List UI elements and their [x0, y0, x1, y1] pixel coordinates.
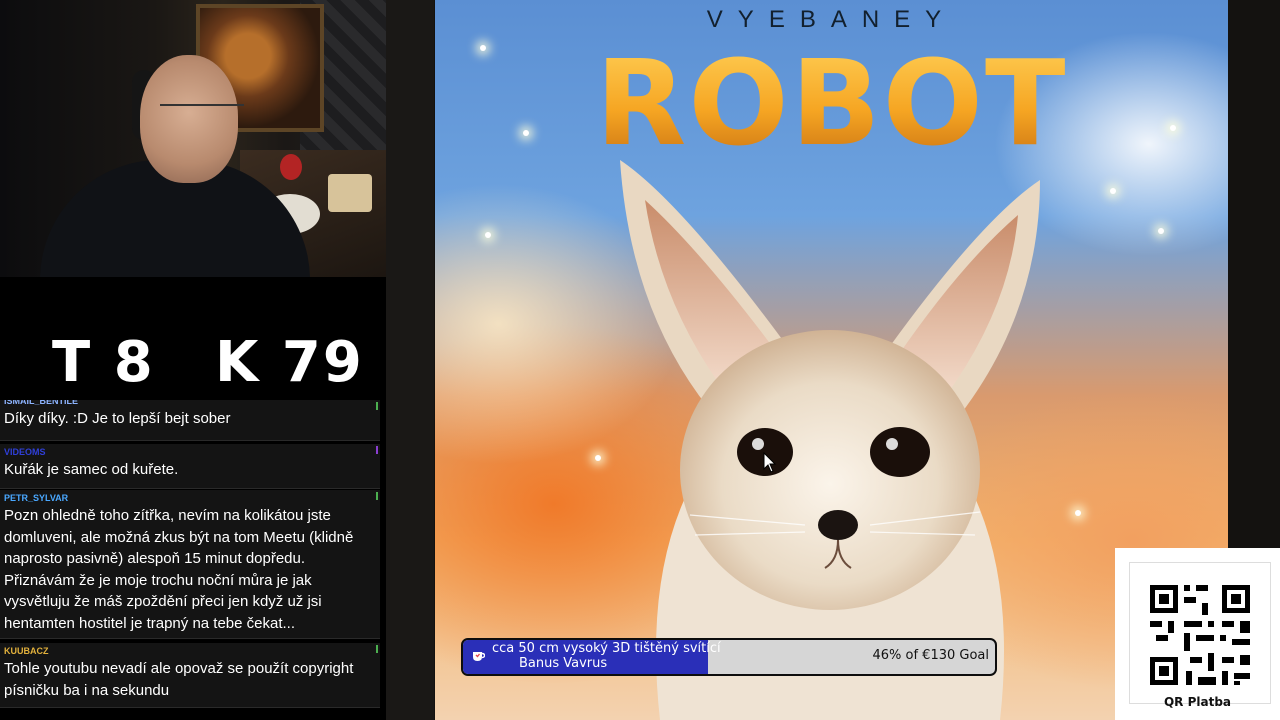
chat-text: Tohle youtubu nevadí ale opovaž se použí… [4, 660, 354, 699]
chat-text: Díky díky. :D Je to lepší bejt sober [4, 410, 231, 427]
chat-username[interactable]: KUUBACZ [0, 645, 380, 658]
album-cover: VYEBANEY ROBOT [435, 0, 1228, 720]
shelf-box [328, 174, 372, 212]
shelf-figurine [280, 154, 302, 180]
chat-message: KUUBACZ Tohle youtubu nevadí ale opovaž … [0, 643, 380, 708]
sparkle-icon [1158, 228, 1164, 234]
sparkle-icon [1110, 188, 1116, 194]
chat-username[interactable]: ISMAIL_BENTILE [0, 400, 380, 408]
qr-code-icon[interactable] [1129, 562, 1271, 704]
mouse-cursor-icon [763, 452, 777, 473]
webcam-feed [0, 0, 406, 277]
goal-amount: 46% of €130 Goal [872, 648, 989, 663]
qr-payment-card: QR Platba [1115, 548, 1280, 720]
chat-panel: ISMAIL_BENTILE Díky díky. :D Je to lepší… [0, 400, 384, 720]
stream-counters: T 8 K 79 [52, 330, 372, 395]
chat-badge [376, 645, 378, 653]
chat-message: VIDEOMS Kuřák je samec od kuřete. [0, 444, 380, 489]
k-counter: K 79 [215, 330, 364, 395]
glasses [160, 104, 244, 126]
chat-message: ISMAIL_BENTILE Díky díky. :D Je to lepší… [0, 400, 380, 441]
chat-badge [376, 446, 378, 454]
chat-badge [376, 402, 378, 410]
layout-divider [386, 0, 434, 720]
qr-label: QR Platba [1163, 695, 1232, 709]
goal-title: cca 50 cm vysoký 3D tištěný svítící [492, 641, 721, 656]
cup-icon [473, 652, 485, 661]
cover-artist: VYEBANEY [706, 6, 957, 33]
fennec-fox-illustration [620, 160, 1040, 720]
chat-username[interactable]: PETR_SYLVAR [0, 492, 380, 505]
chat-username[interactable]: VIDEOMS [0, 446, 380, 459]
chat-badge [376, 492, 378, 500]
goal-donor: Banus Vavrus [519, 656, 608, 671]
chat-text: Kuřák je samec od kuřete. [4, 461, 179, 478]
t-counter: T 8 [52, 330, 155, 395]
chat-text: Pozn ohledně toho zítřka, nevím na kolik… [4, 507, 354, 632]
sparkle-icon [1075, 510, 1081, 516]
chat-message: PETR_SYLVAR Pozn ohledně toho zítřka, ne… [0, 490, 380, 639]
left-column: T 8 K 79 ISMAIL_BENTILE Díky díky. :D Je… [0, 0, 406, 720]
sparkle-icon [485, 232, 491, 238]
donation-goal-bar: cca 50 cm vysoký 3D tištěný svítící Banu… [461, 638, 997, 676]
